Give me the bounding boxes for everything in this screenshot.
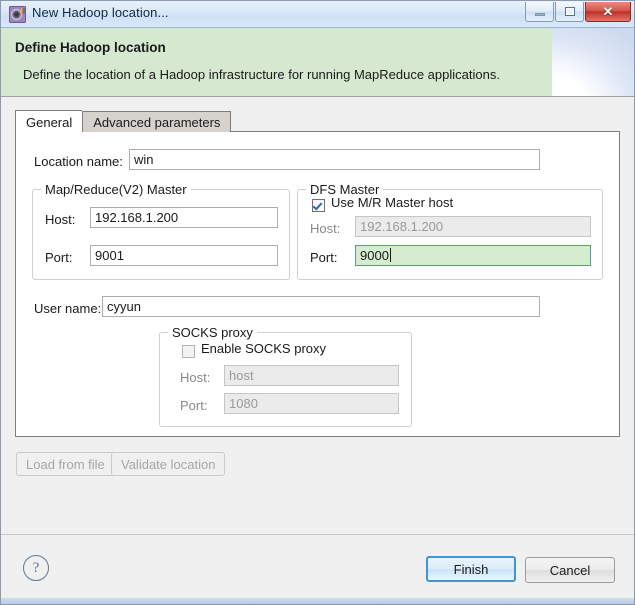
socks-port-input: 1080 [224, 393, 399, 414]
validate-location-button[interactable]: Validate location [111, 452, 226, 476]
socks-proxy-group: SOCKS proxy Enable SOCKS proxy Host: hos… [159, 325, 412, 427]
socks-proxy-title: SOCKS proxy [168, 325, 257, 340]
dfs-port-label: Port: [310, 250, 338, 265]
mapreduce-master-title: Map/Reduce(V2) Master [41, 182, 191, 197]
dfs-master-group: DFS Master Use M/R Master host Host: 192… [297, 182, 603, 280]
window-controls: ✕ [524, 2, 631, 22]
dfs-port-input-value: 9000 [360, 248, 389, 263]
window-title: New Hadoop location... [32, 5, 169, 20]
mr-port-input[interactable]: 9001 [90, 245, 278, 266]
socks-host-input: host [224, 365, 399, 386]
socks-port-label: Port: [180, 398, 208, 413]
mapreduce-master-group: Map/Reduce(V2) Master Host: 192.168.1.20… [32, 182, 290, 280]
dfs-host-label: Host: [310, 221, 341, 236]
window-bottom-edge [1, 598, 634, 604]
tab-advanced-parameters[interactable]: Advanced parameters [82, 111, 232, 132]
mr-host-input[interactable]: 192.168.1.200 [90, 207, 278, 228]
title-bar: New Hadoop location... ✕ [1, 1, 634, 28]
mr-host-label: Host: [45, 212, 76, 227]
user-name-label: User name: [34, 301, 102, 316]
user-name-input[interactable]: cyyun [102, 296, 540, 317]
enable-socks-proxy-label: Enable SOCKS proxy [201, 341, 327, 356]
banner-decoration-image [552, 28, 634, 96]
tab-strip: General Advanced parameters [15, 110, 232, 133]
maximize-button[interactable] [555, 2, 584, 22]
load-from-file-button[interactable]: Load from file [16, 452, 115, 476]
enable-socks-proxy-checkbox[interactable] [182, 345, 195, 358]
dfs-port-input[interactable]: 9000 [355, 245, 591, 266]
dialog-content: General Advanced parameters Location nam… [1, 97, 634, 534]
location-name-label: Location name: [34, 154, 123, 169]
close-button[interactable]: ✕ [585, 2, 631, 22]
dfs-host-input: 192.168.1.200 [355, 216, 591, 237]
mr-port-label: Port: [45, 250, 73, 265]
use-mr-master-host-label: Use M/R Master host [331, 195, 454, 210]
tab-general[interactable]: General [15, 110, 83, 133]
help-icon[interactable]: ? [23, 555, 49, 581]
use-mr-master-host-checkbox[interactable] [312, 199, 325, 212]
dialog-footer: ? Finish Cancel [1, 535, 634, 604]
banner-title: Define Hadoop location [15, 40, 166, 55]
location-name-input[interactable]: win [129, 149, 540, 170]
minimize-button[interactable] [525, 2, 554, 22]
text-caret [389, 248, 391, 262]
cancel-button[interactable]: Cancel [525, 557, 615, 583]
finish-button[interactable]: Finish [426, 556, 516, 582]
socks-host-label: Host: [180, 370, 211, 385]
new-hadoop-location-dialog: New Hadoop location... ✕ Define Hadoop l… [0, 0, 635, 605]
hadoop-gear-icon [9, 6, 26, 23]
dialog-banner: Define Hadoop location Define the locati… [1, 28, 634, 97]
banner-description: Define the location of a Hadoop infrastr… [23, 67, 500, 82]
tab-panel-general: Location name: win Map/Reduce(V2) Master… [15, 131, 620, 437]
